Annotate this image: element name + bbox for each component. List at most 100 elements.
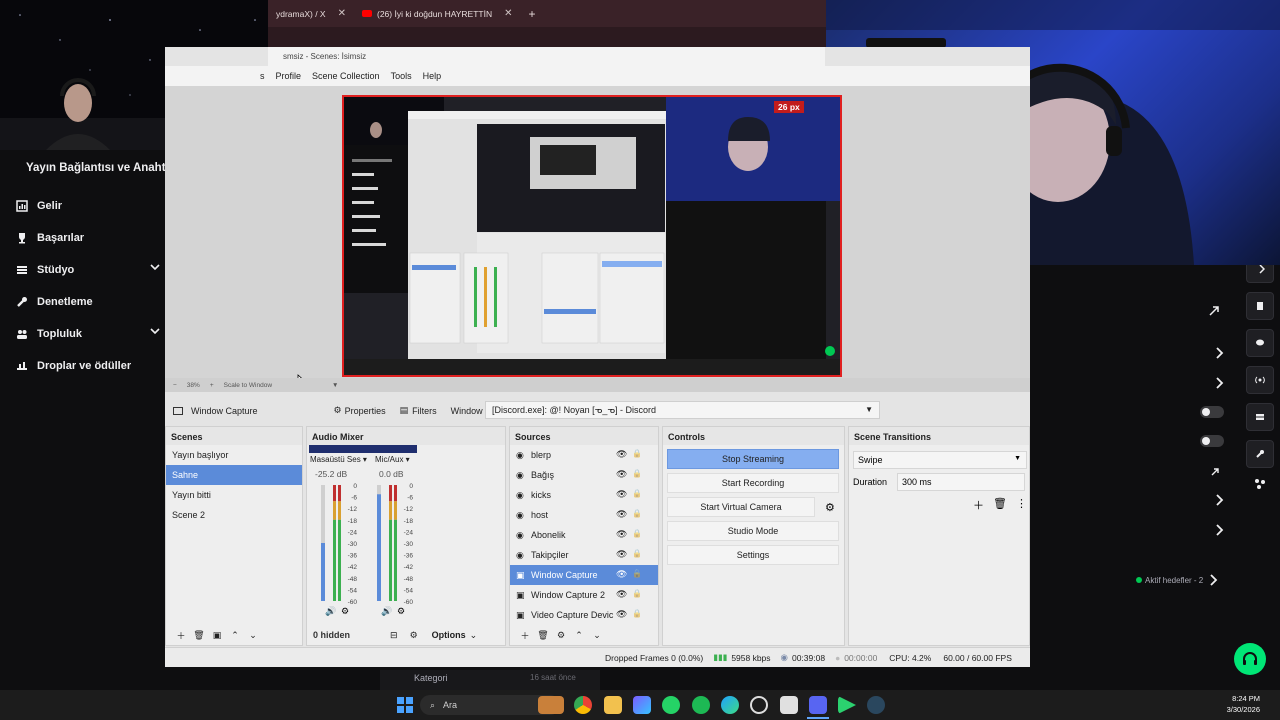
popout-icon[interactable] [1210, 464, 1224, 478]
scene-item[interactable]: Scene 2 [166, 505, 302, 525]
lock-icon[interactable]: 🔒 [632, 449, 642, 458]
source-item[interactable]: ◉ blerp 👁 🔒 [510, 445, 658, 465]
eye-icon[interactable]: 👁 [616, 609, 627, 620]
source-item[interactable]: ◉ Abonelik 👁 🔒 [510, 525, 658, 545]
scale-mode[interactable]: Scale to Window [224, 382, 272, 389]
chevron-down-icon[interactable]: ⌄ [470, 630, 478, 641]
nav-item-topluluk[interactable]: Topluluk [14, 318, 164, 350]
menu-item-scene-collection[interactable]: Scene Collection [312, 71, 380, 81]
source-item[interactable]: ▣ Window Capture 2 👁 🔒 [510, 585, 658, 605]
aktif-hedefler[interactable]: Aktif hedefler - 2 [1136, 574, 1219, 586]
gear-icon[interactable]: ⚙ [397, 606, 405, 617]
steam-icon[interactable] [867, 696, 885, 714]
move-up-icon[interactable]: ⌃ [226, 630, 244, 641]
kick-icon[interactable] [838, 696, 856, 714]
zoom-out-button[interactable]: − [173, 382, 177, 389]
trash-icon[interactable]: 🗑 [993, 497, 1007, 513]
studio-mode-button[interactable]: Studio Mode [667, 521, 839, 541]
lock-icon[interactable]: 🔒 [632, 529, 642, 538]
browser-tab[interactable]: (26) İyi ki doğdun HAYRETTİN ✕ [354, 0, 521, 27]
toggle-switch[interactable] [1200, 406, 1224, 418]
chevron-right-icon[interactable] [1215, 523, 1229, 537]
menu-item-tools[interactable]: Tools [391, 71, 412, 81]
trash-icon[interactable]: 🗑 [190, 630, 208, 641]
filters-button[interactable]: ▤ Filters [400, 405, 437, 416]
pinwheel-icon[interactable] [1254, 477, 1268, 491]
popout-icon[interactable] [1208, 304, 1222, 318]
chevron-right-icon[interactable] [1215, 346, 1229, 360]
close-icon[interactable]: ✕ [338, 8, 346, 19]
chevron-right-icon[interactable] [1215, 493, 1229, 507]
file-explorer-icon[interactable] [604, 696, 622, 714]
lock-icon[interactable]: 🔒 [632, 609, 642, 618]
scene-item[interactable]: Sahne [166, 465, 302, 485]
lock-icon[interactable]: 🔒 [632, 549, 642, 558]
copilot-icon[interactable] [633, 696, 651, 714]
properties-button[interactable]: ⚙ Properties [334, 405, 386, 416]
menu-item-profile[interactable]: Profile [276, 71, 302, 81]
clock[interactable]: 8:24 PM 3/30/2026 [1200, 693, 1260, 715]
wrench-icon[interactable] [1246, 440, 1274, 468]
preview-area[interactable]: 26 px [165, 86, 1030, 390]
eye-icon[interactable]: 👁 [616, 449, 627, 460]
eye-icon[interactable]: 👁 [616, 529, 627, 540]
chevron-down-icon[interactable] [150, 263, 160, 275]
scene-item[interactable]: Yayın başlıyor [166, 445, 302, 465]
source-item[interactable]: ◉ kicks 👁 🔒 [510, 485, 658, 505]
eye-icon[interactable]: 👁 [616, 489, 627, 500]
transition-select[interactable]: Swipe ▼ [853, 451, 1027, 469]
lock-icon[interactable]: 🔒 [632, 489, 642, 498]
more-icon[interactable]: ⋮ [1016, 497, 1027, 513]
stop-streaming-button[interactable]: Stop Streaming [667, 449, 839, 469]
add-icon[interactable]: ＋ [973, 497, 984, 513]
whatsapp-icon[interactable] [662, 696, 680, 714]
eye-icon[interactable]: 👁 [616, 469, 627, 480]
source-item[interactable]: ◉ host 👁 🔒 [510, 505, 658, 525]
move-down-icon[interactable]: ⌄ [588, 630, 606, 641]
source-item[interactable]: ◉ Takipçiler 👁 🔒 [510, 545, 658, 565]
move-up-icon[interactable]: ⌃ [570, 630, 588, 641]
zoom-in-button[interactable]: + [210, 382, 214, 389]
options-button[interactable]: Options [432, 630, 466, 640]
new-tab-button[interactable]: + [521, 0, 544, 27]
layout-icon[interactable]: ⊟ [390, 630, 398, 641]
close-icon[interactable]: ✕ [504, 8, 512, 19]
eye-icon[interactable]: 👁 [616, 509, 627, 520]
settings-button[interactable]: Settings [667, 545, 839, 565]
source-item[interactable]: ▣ Video Capture Devic 👁 🔒 [510, 605, 658, 625]
chevron-right-icon[interactable] [1215, 376, 1229, 390]
gear-icon[interactable]: ⚙ [825, 501, 835, 514]
nav-item-gelir[interactable]: Gelir [14, 190, 164, 222]
config-icon[interactable]: ▣ [208, 630, 226, 641]
eye-icon[interactable]: 👁 [616, 569, 627, 580]
store-icon[interactable] [780, 696, 798, 714]
broadcast-icon[interactable] [1246, 366, 1274, 394]
notes-icon[interactable] [1246, 292, 1274, 320]
menu-item[interactable]: s [260, 71, 265, 81]
nav-item-basarilar[interactable]: Başarılar [14, 222, 164, 254]
edge-icon[interactable] [721, 696, 739, 714]
source-item[interactable]: ◉ Bağış 👁 🔒 [510, 465, 658, 485]
channel-name[interactable]: Mic/Aux ▾ [375, 455, 410, 464]
chevron-down-icon[interactable]: ▼ [332, 382, 338, 389]
menu-item-help[interactable]: Help [423, 71, 442, 81]
help-button[interactable] [1234, 643, 1266, 675]
spotify-icon[interactable] [692, 696, 710, 714]
source-item[interactable]: ▣ Window Capture 👁 🔒 [510, 565, 658, 585]
lock-icon[interactable]: 🔒 [632, 589, 642, 598]
eye-icon[interactable]: 👁 [616, 589, 627, 600]
chat-icon[interactable] [1246, 329, 1274, 357]
gear-icon[interactable]: ⚙ [341, 606, 349, 617]
preview-canvas[interactable]: 26 px [342, 95, 842, 377]
channel-name[interactable]: Masaüstü Ses ▾ [310, 455, 367, 464]
duration-input[interactable]: 300 ms [897, 473, 1025, 491]
window-select[interactable]: [Discord.exe]: @! Noyan [ᓀ_ᓀ] - Discord … [485, 401, 880, 419]
lock-icon[interactable]: 🔒 [632, 469, 642, 478]
chrome-icon[interactable] [574, 696, 592, 714]
add-icon[interactable]: ＋ [172, 629, 190, 642]
trash-icon[interactable]: 🗑 [534, 630, 552, 641]
widgets-icon[interactable] [538, 696, 564, 714]
speaker-icon[interactable]: 🔊 [381, 606, 392, 617]
toggle-switch[interactable] [1200, 435, 1224, 447]
start-recording-button[interactable]: Start Recording [667, 473, 839, 493]
